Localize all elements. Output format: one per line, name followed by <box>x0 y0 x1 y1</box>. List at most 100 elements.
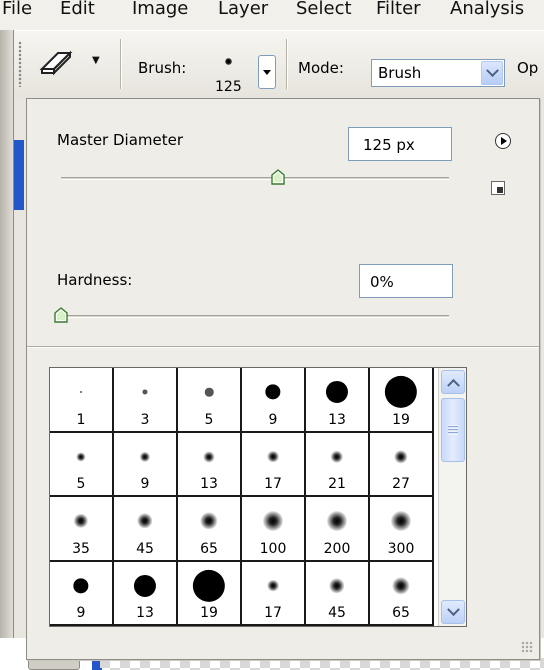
hardness-field[interactable]: 0% <box>359 264 453 298</box>
brush-preset[interactable]: 21 <box>306 432 370 497</box>
resize-grip-icon[interactable] <box>521 641 533 653</box>
brush-preset[interactable]: 300 <box>370 497 434 562</box>
brush-picker-dropdown-button[interactable] <box>258 55 276 89</box>
divider <box>286 39 288 89</box>
brush-preset[interactable]: 19 <box>370 368 434 433</box>
soft-brush-icon <box>76 451 86 462</box>
brush-preset[interactable]: 65 <box>178 497 242 562</box>
brush-preset-size: 5 <box>204 411 214 428</box>
brush-size: 125 <box>215 79 242 95</box>
brush-preset-size: 3 <box>140 411 150 428</box>
brush-preset[interactable]: 35 <box>50 497 114 562</box>
hard-brush-icon <box>73 577 89 594</box>
tool-preset-dropdown-icon[interactable]: ▼ <box>92 55 100 66</box>
brush-preset-size: 65 <box>200 540 218 557</box>
soft-brush-icon <box>263 511 283 531</box>
hard-brush-icon <box>384 375 418 409</box>
brush-preset[interactable]: 45 <box>306 561 370 626</box>
brush-preset[interactable]: 27 <box>370 432 434 497</box>
scroll-thumb[interactable] <box>441 398 465 462</box>
menu-analysis[interactable]: Analysis <box>450 0 524 19</box>
brush-preset-picker: Master Diameter 125 px Hardness: 0% 1359… <box>26 98 540 660</box>
hardness-slider-thumb[interactable] <box>54 307 68 323</box>
master-diameter-label: Master Diameter <box>57 131 184 149</box>
brush-preset-size: 21 <box>328 476 346 492</box>
brush-preset[interactable]: 9 <box>242 368 306 433</box>
mode-label: Mode: <box>298 59 344 77</box>
brush-preset[interactable]: 65 <box>370 561 434 626</box>
scroll-up-button[interactable] <box>441 370 465 394</box>
hard-brush-icon <box>265 384 281 400</box>
soft-brush-icon <box>392 576 410 595</box>
canvas-edge <box>14 140 24 210</box>
divider <box>120 39 122 89</box>
soft-brush-icon <box>73 513 89 529</box>
toolbar-grip[interactable] <box>18 41 22 87</box>
master-diameter-value: 125 px <box>363 136 415 154</box>
tools-panel-edge <box>0 30 14 670</box>
brush-preset[interactable]: 1 <box>50 368 114 433</box>
opacity-label: Op <box>517 59 539 77</box>
brush-preset-size: 13 <box>200 476 218 492</box>
brush-preset[interactable]: 5 <box>50 432 114 497</box>
soft-brush-icon <box>394 449 408 464</box>
brush-preset-size: 19 <box>392 411 410 428</box>
options-bar: ▼ Brush: 125 Mode: Brush Op <box>0 30 544 98</box>
brush-preset-size: 17 <box>264 605 282 621</box>
brush-preset[interactable]: 13 <box>114 561 178 626</box>
menu-edit[interactable]: Edit <box>60 0 95 19</box>
menu-select[interactable]: Select <box>296 0 352 19</box>
chevron-down-icon[interactable] <box>481 61 503 85</box>
brush-preset-grid: 1 3 5 9 13 19 5 9 13 17 21 27 35 45 65 100 200 300 9 13 19 17… <box>50 368 438 626</box>
mode-value: Brush <box>378 64 422 82</box>
hard-brush-icon <box>80 391 82 393</box>
brush-preset-size: 19 <box>200 605 218 621</box>
brush-preset-size: 45 <box>328 605 346 621</box>
menu-file[interactable]: File <box>2 0 32 19</box>
brush-preset-size: 5 <box>76 476 86 492</box>
brush-preset[interactable]: 3 <box>114 368 178 433</box>
soft-brush-icon <box>330 450 344 463</box>
master-diameter-slider-thumb[interactable] <box>271 169 285 185</box>
hardness-slider[interactable] <box>61 315 449 318</box>
menu-filter[interactable]: Filter <box>376 0 421 19</box>
brush-preset[interactable]: 9 <box>114 432 178 497</box>
preset-scrollbar[interactable] <box>438 368 466 626</box>
brush-preset-size: 17 <box>264 476 282 492</box>
brush-preset-size: 200 <box>323 540 351 557</box>
brush-preset[interactable]: 17 <box>242 432 306 497</box>
brush-preset-size: 13 <box>136 605 154 621</box>
scroll-down-button[interactable] <box>441 600 465 624</box>
brush-preset[interactable]: 100 <box>242 497 306 562</box>
master-diameter-field[interactable]: 125 px <box>348 127 452 161</box>
brush-preset[interactable]: 13 <box>306 368 370 433</box>
brush-preset[interactable]: 13 <box>178 432 242 497</box>
soft-brush-icon <box>391 511 411 531</box>
brush-preset[interactable]: 45 <box>114 497 178 562</box>
brush-preset-size: 300 <box>387 540 415 557</box>
soft-brush-icon <box>139 451 151 462</box>
menu-image[interactable]: Image <box>132 0 188 19</box>
brush-preset[interactable]: 17 <box>242 561 306 626</box>
hard-brush-icon <box>142 389 148 395</box>
brush-preset-size: 35 <box>72 540 90 557</box>
master-diameter-slider[interactable] <box>61 177 449 180</box>
flyout-menu-icon[interactable] <box>495 133 511 149</box>
new-preset-icon[interactable] <box>491 181 505 195</box>
hard-brush-icon <box>204 387 214 397</box>
brush-preset[interactable]: 19 <box>178 561 242 626</box>
brush-preset-size: 27 <box>392 476 410 492</box>
brush-preview[interactable] <box>225 58 232 65</box>
brush-preset[interactable]: 200 <box>306 497 370 562</box>
eraser-icon[interactable] <box>36 45 76 81</box>
menu-layer[interactable]: Layer <box>218 0 268 19</box>
soft-brush-icon <box>267 579 279 592</box>
brush-preset-size: 1 <box>76 411 86 428</box>
soft-brush-icon <box>329 577 345 594</box>
brush-preset[interactable]: 5 <box>178 368 242 433</box>
brush-preset-size: 13 <box>328 411 346 428</box>
mode-select[interactable]: Brush <box>371 59 505 87</box>
brush-preset-size: 9 <box>76 605 86 621</box>
hard-brush-icon <box>325 380 349 404</box>
brush-preset[interactable]: 9 <box>50 561 114 626</box>
